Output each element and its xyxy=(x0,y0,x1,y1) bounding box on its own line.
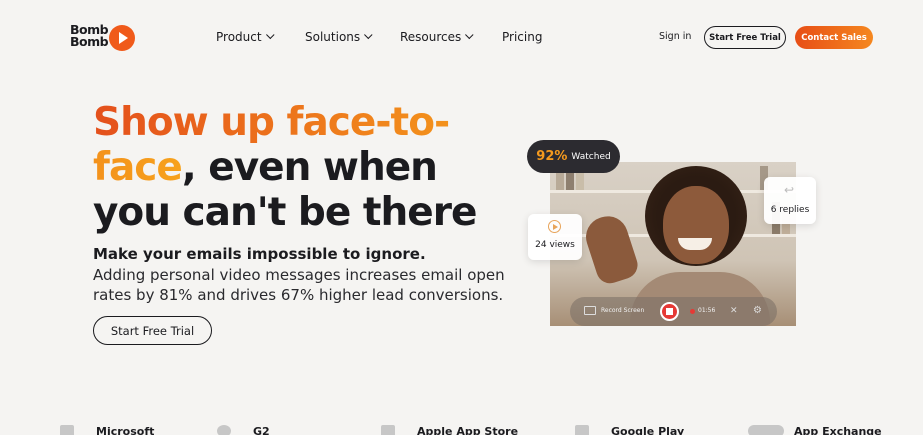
integration-microsoft[interactable]: Microsoft xyxy=(60,424,154,435)
reply-arrow-icon: ↩ xyxy=(784,183,795,197)
integration-app-exchange[interactable]: App Exchange xyxy=(748,424,882,435)
contact-sales-button[interactable]: Contact Sales xyxy=(795,26,873,49)
recording-dot-icon xyxy=(690,309,695,314)
nav-pricing[interactable]: Pricing xyxy=(502,30,542,44)
site-header: Bomb Bomb Product Solutions Resources Pr… xyxy=(0,0,923,74)
book xyxy=(566,170,574,190)
nav-solutions-label: Solutions xyxy=(305,30,361,44)
chevron-down-icon xyxy=(465,30,474,40)
watched-badge: 92% Watched xyxy=(527,140,620,173)
replies-count: 6 replies xyxy=(770,205,810,215)
start-free-trial-button[interactable]: Start Free Trial xyxy=(704,26,786,49)
nav-pricing-label: Pricing xyxy=(502,30,543,44)
watched-percent: 92% xyxy=(536,149,568,164)
screen-icon[interactable] xyxy=(584,306,596,315)
chevron-down-icon xyxy=(364,30,373,40)
integration-label: Apple App Store xyxy=(417,424,519,435)
play-circle-icon xyxy=(548,220,561,233)
integration-label: Microsoft xyxy=(96,424,155,435)
nav-product[interactable]: Product xyxy=(216,30,275,44)
nav-solutions[interactable]: Solutions xyxy=(305,30,373,44)
g2-icon xyxy=(217,425,231,435)
sign-in-link[interactable]: Sign in xyxy=(659,31,691,42)
integration-google-play[interactable]: Google Play xyxy=(575,424,684,435)
google-play-icon xyxy=(575,425,589,435)
record-timer: 01:56 xyxy=(698,307,716,314)
play-icon xyxy=(109,25,135,51)
waving-hand xyxy=(580,211,642,287)
integration-label: Google Play xyxy=(611,424,685,435)
mic-off-icon[interactable]: ✕ xyxy=(730,306,738,316)
apple-icon xyxy=(381,425,395,435)
hero-start-free-trial-button[interactable]: Start Free Trial xyxy=(93,316,212,345)
microsoft-icon xyxy=(60,425,74,435)
bombbomb-logo[interactable]: Bomb Bomb xyxy=(70,22,136,52)
chevron-down-icon xyxy=(265,30,275,40)
hero-description: Adding personal video messages increases… xyxy=(93,266,505,304)
views-card: 24 views xyxy=(528,214,582,260)
hero-title: Show up face-to-face, even when you can'… xyxy=(93,100,513,235)
salesforce-cloud-icon xyxy=(748,425,784,435)
hero-title-comma: , xyxy=(181,145,197,190)
views-count: 24 views xyxy=(535,240,575,250)
record-screen-label[interactable]: Record Screen xyxy=(601,307,644,314)
nav-resources-label: Resources xyxy=(400,30,462,44)
integration-apple-app-store[interactable]: Apple App Store xyxy=(381,424,518,435)
person-face xyxy=(663,186,729,264)
nav-product-label: Product xyxy=(216,30,262,44)
replies-card: ↩ 6 replies xyxy=(764,177,816,224)
logo-text: Bomb Bomb xyxy=(70,22,109,49)
integration-label: G2 xyxy=(253,424,270,435)
stop-record-button[interactable] xyxy=(660,302,679,321)
recording-controls: Record Screen 01:56 ✕ ⚙ xyxy=(570,297,777,326)
watched-label: Watched xyxy=(571,151,611,162)
integration-label: App Exchange xyxy=(794,424,882,435)
nav-resources[interactable]: Resources xyxy=(400,30,474,44)
hero-subtitle: Make your emails impossible to ignore. xyxy=(93,245,426,263)
integration-g2[interactable]: G2 xyxy=(217,424,270,435)
gear-icon[interactable]: ⚙ xyxy=(753,305,762,316)
